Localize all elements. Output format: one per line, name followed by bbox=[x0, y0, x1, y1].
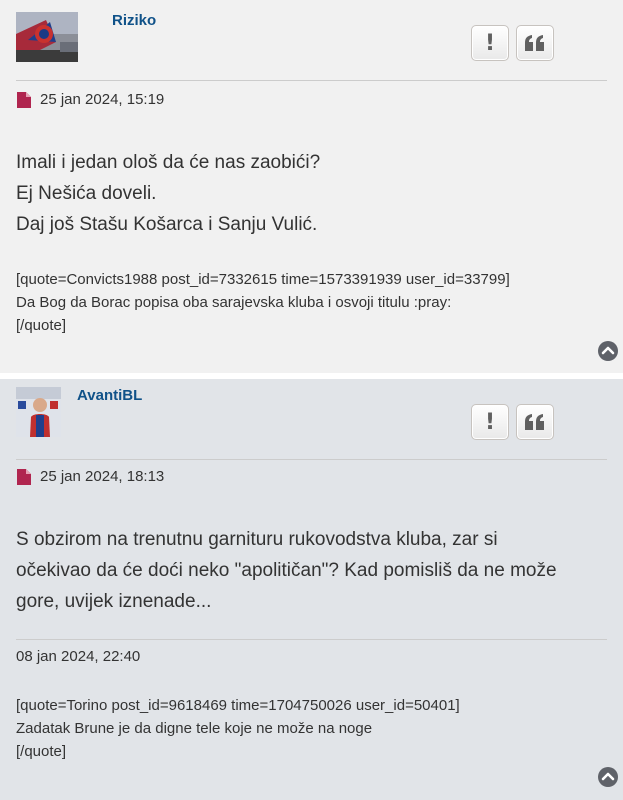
quote-line: [/quote] bbox=[16, 317, 67, 334]
avatar[interactable] bbox=[16, 12, 78, 62]
quote-line: Zadatak Brune je da digne tele koje ne m… bbox=[16, 720, 373, 737]
post-body: S obzirom na trenutnu garnituru rukovods… bbox=[16, 524, 557, 617]
back-to-top-button[interactable] bbox=[598, 767, 618, 787]
quote-button[interactable] bbox=[516, 404, 554, 440]
post-body: Imali i jedan ološ da će nas zaobići? Ej… bbox=[16, 147, 320, 240]
divider bbox=[16, 80, 607, 81]
author-name[interactable]: Riziko bbox=[112, 12, 156, 29]
quote-line: [quote=Convicts1988 post_id=7332615 time… bbox=[16, 271, 510, 288]
quote-line: [quote=Torino post_id=9618469 time=17047… bbox=[16, 697, 460, 714]
quote-icon bbox=[525, 35, 544, 51]
body-line: Imali i jedan ološ da će nas zaobići? bbox=[16, 152, 321, 173]
quote-line: Da Bog da Borac popisa oba sarajevska kl… bbox=[16, 294, 452, 311]
quote-button[interactable] bbox=[516, 25, 554, 61]
report-button[interactable]: ! bbox=[471, 404, 509, 440]
quote-block: [quote=Convicts1988 post_id=7332615 time… bbox=[16, 268, 510, 337]
body-line: Daj još Stašu Košarca i Sanju Vulić. bbox=[16, 214, 318, 235]
body-line: očekivao da će doći neko "apolitičan"? K… bbox=[16, 560, 557, 581]
body-line: S obzirom na trenutnu garnituru rukovods… bbox=[16, 529, 498, 550]
back-to-top-button[interactable] bbox=[598, 341, 618, 361]
report-button[interactable]: ! bbox=[471, 25, 509, 61]
avatar[interactable] bbox=[16, 387, 61, 437]
quote-block: [quote=Torino post_id=9618469 time=17047… bbox=[16, 694, 460, 763]
body-line: gore, uvijek iznenade... bbox=[16, 591, 212, 612]
quote-icon bbox=[525, 414, 544, 430]
back-to-top-icon bbox=[601, 346, 615, 355]
divider bbox=[16, 639, 607, 640]
exclamation-icon: ! bbox=[484, 409, 496, 435]
file-icon[interactable] bbox=[17, 92, 31, 108]
file-icon[interactable] bbox=[17, 469, 31, 485]
post-riziko: Riziko ! 25 jan 2024, 15:19 Imali i jeda… bbox=[0, 0, 623, 373]
body-line: Ej Nešića doveli. bbox=[16, 183, 157, 204]
author-name[interactable]: AvantiBL bbox=[77, 387, 142, 404]
post-date: 25 jan 2024, 18:13 bbox=[40, 468, 165, 485]
quote-line: [/quote] bbox=[16, 743, 67, 760]
edit-date: 08 jan 2024, 22:40 bbox=[16, 648, 141, 665]
back-to-top-icon bbox=[601, 772, 615, 781]
exclamation-icon: ! bbox=[484, 30, 496, 56]
post-avantibl: AvantiBL ! 25 jan 2024, 18:13 S obzirom … bbox=[0, 379, 623, 800]
divider bbox=[16, 459, 607, 460]
post-date: 25 jan 2024, 15:19 bbox=[40, 91, 165, 108]
